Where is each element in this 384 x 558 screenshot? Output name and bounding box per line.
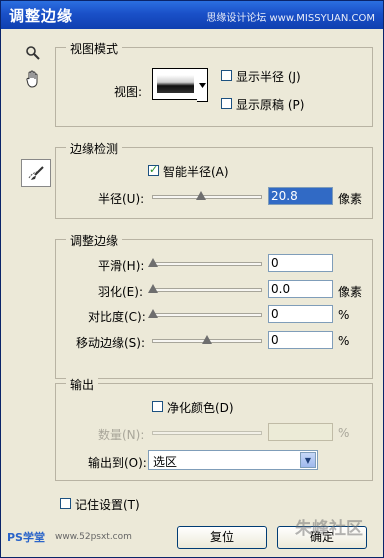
decontaminate-checkbox[interactable] bbox=[152, 401, 163, 412]
remember-settings-checkbox[interactable] bbox=[60, 498, 71, 509]
reset-button[interactable]: 复位 bbox=[177, 526, 267, 549]
view-mode-group: 视图模式 视图: 显示半径 (J) 显示原稿 (P) bbox=[55, 40, 373, 127]
ps-school-url: www.52psxt.com bbox=[55, 532, 132, 542]
contrast-input[interactable]: 0 bbox=[268, 305, 333, 323]
feather-slider-track[interactable] bbox=[152, 288, 262, 292]
refine-edge-dialog: 调整边缘 思缘设计论坛 www.MISSYUAN.COM 视图模式 视图: 显示… bbox=[0, 0, 384, 558]
amount-unit: % bbox=[338, 426, 350, 440]
show-radius-checkbox[interactable] bbox=[221, 70, 232, 81]
output-title: 输出 bbox=[66, 376, 99, 393]
shift-edge-slider-thumb[interactable] bbox=[202, 335, 212, 344]
dialog-title: 调整边缘 bbox=[9, 7, 74, 25]
tool-pane bbox=[11, 41, 51, 201]
radius-slider-thumb[interactable] bbox=[196, 191, 206, 200]
show-original-label: 显示原稿 (P) bbox=[236, 98, 305, 112]
remember-settings-label: 记住设置(T) bbox=[75, 498, 140, 512]
shift-edge-unit: % bbox=[338, 334, 350, 348]
radius-label: 半径(U): bbox=[98, 192, 145, 206]
hand-icon[interactable] bbox=[21, 67, 45, 91]
radius-unit: 像素 bbox=[338, 192, 363, 206]
view-label: 视图: bbox=[114, 85, 143, 99]
radius-slider-track[interactable] bbox=[152, 195, 262, 199]
radius-input[interactable]: 20.8 bbox=[268, 187, 333, 205]
dialog-body: 视图模式 视图: 显示半径 (J) 显示原稿 (P) 边缘检测 智能半径(A) … bbox=[5, 29, 379, 555]
zhufeng-logo: 朱峰社区 bbox=[295, 519, 363, 539]
contrast-slider-thumb[interactable] bbox=[148, 309, 158, 318]
adjust-edge-title: 调整边缘 bbox=[66, 232, 123, 249]
shift-edge-input[interactable]: 0 bbox=[268, 331, 333, 349]
output-to-label: 输出到(O): bbox=[88, 456, 147, 470]
edge-detection-group: 边缘检测 智能半径(A) 半径(U): 20.8 像素 bbox=[55, 140, 373, 219]
output-to-select[interactable]: 选区 ▼ bbox=[148, 450, 318, 470]
feather-slider-thumb[interactable] bbox=[148, 284, 158, 293]
contrast-label: 对比度(C): bbox=[88, 310, 146, 324]
feather-input[interactable]: 0.0 bbox=[268, 280, 333, 298]
edge-detection-title: 边缘检测 bbox=[66, 140, 123, 157]
contrast-slider-track[interactable] bbox=[152, 313, 262, 317]
chevron-down-icon[interactable] bbox=[197, 68, 208, 102]
contrast-unit: % bbox=[338, 308, 350, 322]
smooth-label: 平滑(H): bbox=[98, 259, 145, 273]
refine-radius-brush-icon[interactable] bbox=[21, 159, 51, 187]
smooth-slider-thumb[interactable] bbox=[148, 258, 158, 267]
smooth-slider-track[interactable] bbox=[152, 262, 262, 266]
amount-input bbox=[268, 423, 333, 441]
view-mode-title: 视图模式 bbox=[66, 40, 123, 57]
feather-unit: 像素 bbox=[338, 285, 363, 299]
output-group: 输出 净化颜色(D) 数量(N): % 输出到(O): 选区 ▼ bbox=[55, 376, 373, 481]
ps-school-logo: PS学堂 bbox=[7, 531, 45, 544]
amount-slider-track bbox=[152, 431, 262, 435]
chevron-down-icon: ▼ bbox=[300, 452, 316, 468]
smooth-input[interactable]: 0 bbox=[268, 254, 333, 272]
search-icon[interactable] bbox=[21, 41, 45, 65]
feather-label: 羽化(E): bbox=[98, 285, 143, 299]
show-radius-label: 显示半径 (J) bbox=[236, 70, 301, 84]
smart-radius-label: 智能半径(A) bbox=[163, 165, 229, 179]
view-thumbnail[interactable] bbox=[152, 68, 199, 100]
smart-radius-checkbox[interactable] bbox=[148, 163, 159, 176]
show-original-checkbox[interactable] bbox=[221, 98, 232, 109]
title-bar[interactable]: 调整边缘 思缘设计论坛 www.MISSYUAN.COM bbox=[1, 1, 383, 29]
amount-label: 数量(N): bbox=[98, 428, 145, 442]
shift-edge-label: 移动边缘(S): bbox=[76, 336, 146, 350]
watermark-text: 思缘设计论坛 www.MISSYUAN.COM bbox=[206, 13, 375, 24]
adjust-edge-group: 调整边缘 平滑(H): 0 羽化(E): 0.0 像素 对比度(C): 0 % … bbox=[55, 232, 373, 379]
decontaminate-label: 净化颜色(D) bbox=[167, 401, 234, 415]
output-to-value: 选区 bbox=[153, 455, 178, 469]
